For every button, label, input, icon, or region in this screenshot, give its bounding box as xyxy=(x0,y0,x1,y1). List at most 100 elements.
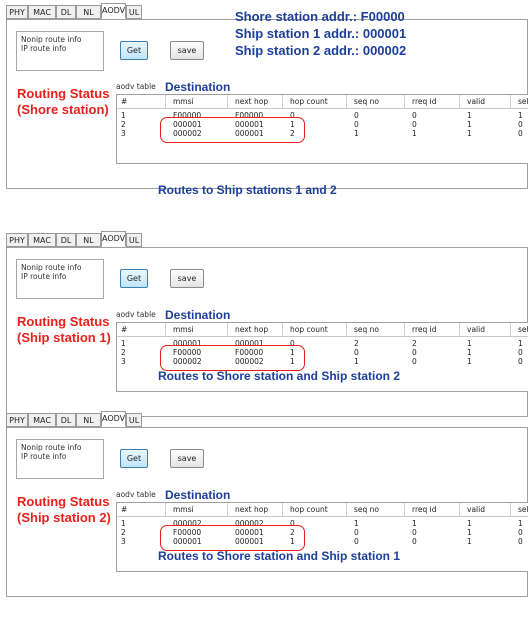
tab-aodv[interactable]: AODV xyxy=(101,3,126,19)
column-header: # xyxy=(121,325,128,334)
column-header: hop count xyxy=(290,325,328,334)
column-header: rreq id xyxy=(412,325,437,334)
route-caption: Routes to Shore station and Ship station… xyxy=(158,549,401,563)
column-header: valid xyxy=(467,505,485,514)
settings-window: PHY MAC DL NL AODV UL Nonip route info IP route… xyxy=(0,231,528,423)
column-divider xyxy=(459,323,460,336)
column-divider xyxy=(282,503,283,516)
routing-status-station: (Shore station) xyxy=(17,102,109,117)
table-cell: 1 xyxy=(467,528,472,537)
tab-aodv[interactable]: AODV xyxy=(101,231,126,247)
tab-nl[interactable]: NL xyxy=(76,413,101,427)
table-cell: 0 xyxy=(518,537,523,546)
tab-dl[interactable]: DL xyxy=(56,233,76,247)
table-cell: 1 xyxy=(354,357,359,366)
column-divider xyxy=(282,95,283,108)
column-header: next hop xyxy=(235,325,269,334)
highlight-box xyxy=(160,117,305,143)
highlight-box xyxy=(160,345,305,371)
table-cell: 1 xyxy=(518,111,523,120)
destination-label: Destination xyxy=(165,80,231,94)
column-divider xyxy=(404,95,405,108)
option-nonip-route-info[interactable]: Nonip route info xyxy=(21,35,81,44)
table-cell: 1 xyxy=(467,537,472,546)
column-header: valid xyxy=(467,97,485,106)
option-nonip-route-info[interactable]: Nonip route info xyxy=(21,443,81,452)
get-button[interactable]: Get xyxy=(120,269,148,288)
column-divider xyxy=(165,95,166,108)
routing-status-title: Routing Status xyxy=(17,314,110,329)
column-header: self xyxy=(518,325,528,334)
route-caption: Routes to Ship stations 1 and 2 xyxy=(158,183,337,197)
tab-aodv[interactable]: AODV xyxy=(101,411,126,427)
column-divider xyxy=(510,503,511,516)
column-divider xyxy=(346,503,347,516)
tab-nl[interactable]: NL xyxy=(76,5,101,19)
column-header: rreq id xyxy=(412,505,437,514)
column-divider xyxy=(346,323,347,336)
column-divider xyxy=(510,323,511,336)
column-header: self xyxy=(518,97,528,106)
get-button[interactable]: Get xyxy=(120,449,148,468)
tab-phy[interactable]: PHY xyxy=(6,413,28,427)
tab-dl[interactable]: DL xyxy=(56,5,76,19)
table-cell: 0 xyxy=(412,111,417,120)
tab-nl[interactable]: NL xyxy=(76,233,101,247)
column-divider xyxy=(227,323,228,336)
table-cell: 0 xyxy=(518,129,523,138)
option-ip-route-info[interactable]: IP route info xyxy=(21,44,66,53)
tab-dl[interactable]: DL xyxy=(56,413,76,427)
table-cell: 1 xyxy=(354,519,359,528)
option-ip-route-info[interactable]: IP route info xyxy=(21,452,66,461)
table-cell: 1 xyxy=(354,129,359,138)
tab-phy[interactable]: PHY xyxy=(6,5,28,19)
table-cell: 1 xyxy=(518,339,523,348)
column-header: next hop xyxy=(235,505,269,514)
tab-ul[interactable]: UL xyxy=(126,413,142,427)
column-divider xyxy=(404,323,405,336)
destination-label: Destination xyxy=(165,308,231,322)
table-cell: 2 xyxy=(354,339,359,348)
table-cell: 0 xyxy=(518,528,523,537)
table-cell: 0 xyxy=(412,357,417,366)
table-cell: 0 xyxy=(354,120,359,129)
table-cell: 1 xyxy=(467,339,472,348)
tab-mac[interactable]: MAC xyxy=(28,413,56,427)
highlight-box xyxy=(160,525,305,551)
table-cell: 3 xyxy=(121,357,126,366)
column-header: # xyxy=(121,505,128,514)
route-info-options: Nonip route info IP route info xyxy=(16,31,104,71)
table-cell: 3 xyxy=(121,537,126,546)
tab-ul[interactable]: UL xyxy=(126,233,142,247)
tab-phy[interactable]: PHY xyxy=(6,233,28,247)
table-cell: 2 xyxy=(121,120,126,129)
tab-ul[interactable]: UL xyxy=(126,5,142,19)
column-header: mmsi xyxy=(173,505,194,514)
save-button[interactable]: save xyxy=(170,449,204,468)
address-line: Ship station 2 addr.: 000002 xyxy=(235,43,407,58)
column-header: self xyxy=(518,505,528,514)
table-cell: 1 xyxy=(467,111,472,120)
column-header: seq no xyxy=(354,325,380,334)
column-header: hop count xyxy=(290,97,328,106)
option-nonip-route-info[interactable]: Nonip route info xyxy=(21,263,81,272)
table-cell: 0 xyxy=(354,537,359,546)
tab-mac[interactable]: MAC xyxy=(28,233,56,247)
tab-mac[interactable]: MAC xyxy=(28,5,56,19)
get-button[interactable]: Get xyxy=(120,41,148,60)
aodv-table-label: aodv table xyxy=(116,310,156,319)
column-header: seq no xyxy=(354,97,380,106)
table-cell: 0 xyxy=(518,348,523,357)
save-button[interactable]: save xyxy=(170,269,204,288)
column-divider xyxy=(510,95,511,108)
save-button[interactable]: save xyxy=(170,41,204,60)
option-ip-route-info[interactable]: IP route info xyxy=(21,272,66,281)
table-cell: 0 xyxy=(354,111,359,120)
column-header: seq no xyxy=(354,505,380,514)
column-header: # xyxy=(121,97,128,106)
table-header: # mmsi next hop hop count seq no rreq id valid… xyxy=(117,323,528,337)
station-addresses: Shore station addr.: F00000 Ship station … xyxy=(235,8,406,59)
table-cell: 0 xyxy=(412,528,417,537)
column-divider xyxy=(282,323,283,336)
table-header: # mmsi next hop hop count seq no rreq id valid… xyxy=(117,503,528,517)
